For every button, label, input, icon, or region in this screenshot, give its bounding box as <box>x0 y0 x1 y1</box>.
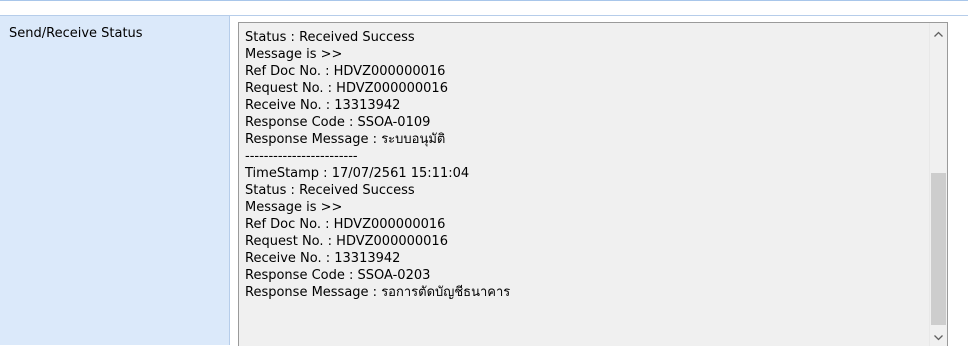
value-cell: Status : Received Success Message is >> … <box>230 15 968 346</box>
log-line: Receive No. : 13313942 <box>245 98 401 113</box>
status-log-textarea[interactable]: Status : Received Success Message is >> … <box>238 22 948 346</box>
log-line: Response Message : ระบบอนุมัติ <box>245 132 446 147</box>
chevron-up-icon[interactable] <box>930 25 947 42</box>
log-line: Message is >> <box>245 47 343 62</box>
log-line: TimeStamp : 17/07/2561 15:11:04 <box>245 166 470 181</box>
log-line: Ref Doc No. : HDVZ000000016 <box>245 64 446 79</box>
log-separator: ------------------------ <box>245 149 358 164</box>
log-line: Ref Doc No. : HDVZ000000016 <box>245 217 446 232</box>
scroll-thumb[interactable] <box>931 173 946 325</box>
label-cell: Send/Receive Status <box>0 15 230 345</box>
log-line: Response Code : SSOA-0109 <box>245 115 431 130</box>
form-frame: Send/Receive Status Status : Received Su… <box>0 0 968 346</box>
send-receive-status-label: Send/Receive Status <box>9 26 143 41</box>
log-line: Receive No. : 13313942 <box>245 251 401 266</box>
chevron-down-icon[interactable] <box>930 329 947 346</box>
log-line: Request No. : HDVZ000000016 <box>245 81 448 96</box>
log-line: Response Code : SSOA-0203 <box>245 268 431 283</box>
log-line: Message is >> <box>245 200 343 215</box>
log-line: Response Message : รอการตัดบัญชีธนาคาร <box>245 285 511 300</box>
vertical-scrollbar[interactable] <box>929 23 947 346</box>
log-line: Request No. : HDVZ000000016 <box>245 234 448 249</box>
log-line: Status : Received Success <box>245 183 415 198</box>
log-line: Status : Received Success <box>245 30 415 45</box>
status-log-content: Status : Received Success Message is >> … <box>245 29 925 301</box>
